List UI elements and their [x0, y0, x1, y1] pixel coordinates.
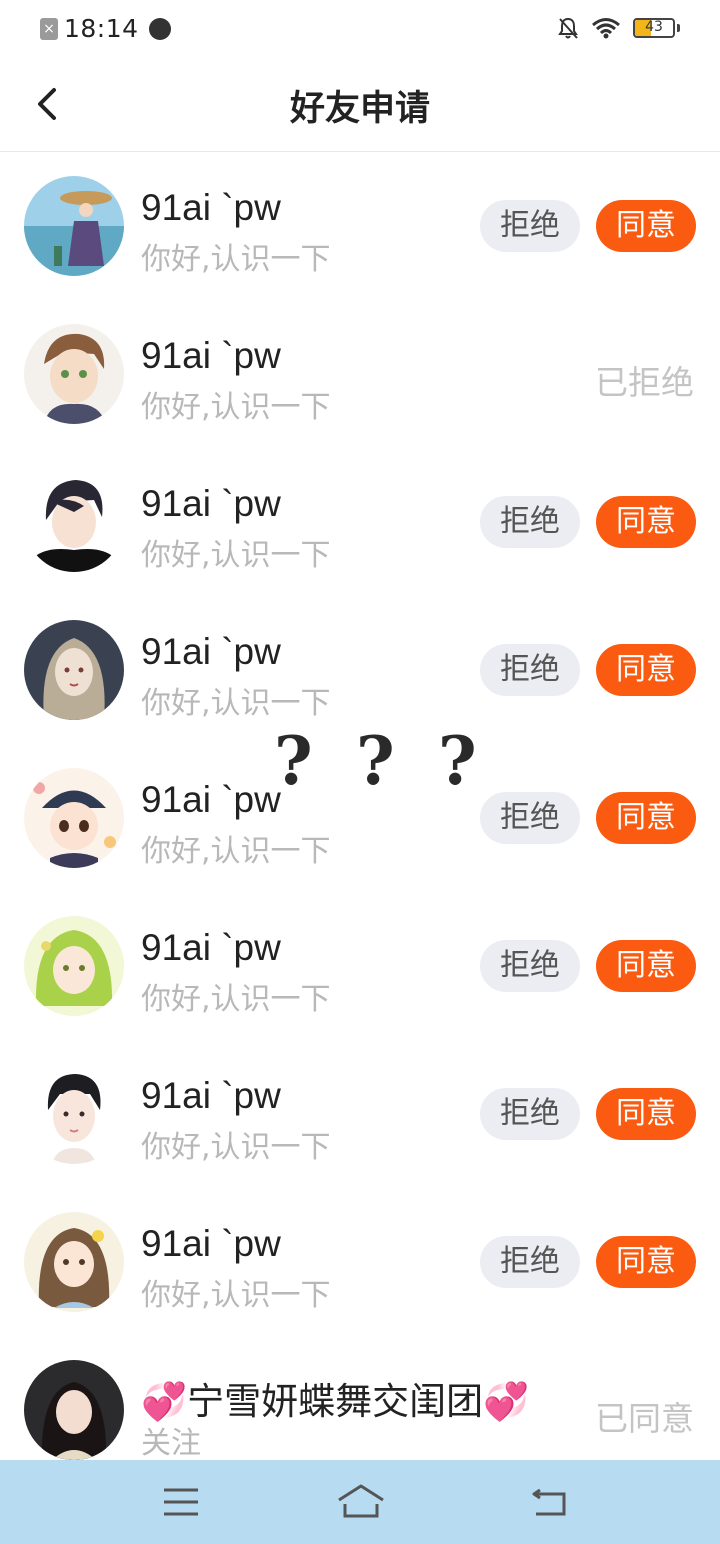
request-name: 💞宁雪妍蝶舞交闺团💞 — [141, 1371, 529, 1425]
request-message: 你好,认识一下 — [141, 242, 331, 277]
return-icon — [532, 1488, 566, 1516]
battery-level: 43 — [645, 19, 663, 35]
request-name: 91ai `pw — [141, 631, 281, 672]
request-name: 91ai `pw — [141, 927, 281, 968]
reject-button[interactable]: 拒绝 — [480, 940, 580, 992]
status-bar: × 18:14 43 — [0, 0, 720, 58]
request-message: 你好,认识一下 — [141, 538, 331, 573]
friend-request-list: 91ai `pw 你好,认识一下 拒绝 同意 91ai `pw 你好,认识一下 … — [0, 152, 720, 1484]
status-right: 43 — [557, 16, 680, 40]
accept-button[interactable]: 同意 — [596, 1236, 696, 1288]
battery-tip — [677, 24, 680, 32]
friend-request-row: 91ai `pw 你好,认识一下 拒绝 同意 — [0, 152, 720, 300]
friend-request-row: 91ai `pw 你好,认识一下 拒绝 同意 — [0, 892, 720, 1040]
heart-emoji: 💞 — [141, 1381, 188, 1422]
navigation-bar — [0, 1460, 720, 1544]
request-name: 91ai `pw — [141, 187, 281, 228]
friend-request-row: 91ai `pw 你好,认识一下 拒绝 同意 — [0, 1040, 720, 1188]
friend-request-row: 91ai `pw 你好,认识一下 拒绝 同意 — [0, 1188, 720, 1336]
green-hair-girl-avatar[interactable] — [24, 916, 124, 1016]
anime-woman-avatar[interactable] — [24, 620, 124, 720]
request-name: 91ai `pw — [141, 1075, 281, 1116]
speed-meter-icon — [148, 17, 171, 40]
chibi-girl-cap-avatar[interactable] — [24, 768, 124, 868]
reject-button[interactable]: 拒绝 — [480, 644, 580, 696]
request-message: 你好,认识一下 — [141, 834, 331, 869]
status-time: 18:14 — [64, 14, 139, 43]
home-icon — [338, 1484, 384, 1518]
home-button[interactable] — [336, 1482, 386, 1522]
heart-emoji: 💞 — [483, 1381, 530, 1422]
request-name: 91ai `pw — [141, 335, 281, 376]
menu-button[interactable] — [160, 1482, 204, 1522]
request-name: 91ai `pw — [141, 1223, 281, 1264]
accept-button[interactable]: 同意 — [596, 644, 696, 696]
request-message: 你好,认识一下 — [141, 1278, 331, 1313]
question-mark: ? — [274, 722, 313, 800]
question-mark: ? — [356, 722, 395, 800]
request-status: 已拒绝 — [595, 363, 694, 402]
accept-button[interactable]: 同意 — [596, 792, 696, 844]
request-message: 你好,认识一下 — [141, 1130, 331, 1165]
accept-button[interactable]: 同意 — [596, 940, 696, 992]
accept-button[interactable]: 同意 — [596, 200, 696, 252]
menu-icon — [164, 1488, 198, 1516]
reject-button[interactable]: 拒绝 — [480, 792, 580, 844]
reject-button[interactable]: 拒绝 — [480, 496, 580, 548]
title-bar: 好友申请 — [0, 58, 720, 152]
girl-with-flower-avatar[interactable] — [24, 1212, 124, 1312]
return-button[interactable] — [528, 1482, 572, 1522]
request-message: 你好,认识一下 — [141, 982, 331, 1017]
request-name: 91ai `pw — [141, 779, 281, 820]
bell-off-icon — [558, 17, 578, 39]
wifi-icon — [592, 18, 620, 39]
accept-button[interactable]: 同意 — [596, 1088, 696, 1140]
friend-request-row: 91ai `pw 你好,认识一下 已拒绝 — [0, 300, 720, 448]
battery-indicator: 43 — [633, 18, 675, 38]
reject-button[interactable]: 拒绝 — [480, 200, 580, 252]
request-message: 你好,认识一下 — [141, 686, 331, 721]
request-message: 关注 — [141, 1426, 201, 1461]
request-name-text: 宁雪妍蝶舞交闺团 — [187, 1381, 484, 1422]
reject-button[interactable]: 拒绝 — [480, 1088, 580, 1140]
request-status: 已同意 — [595, 1399, 694, 1438]
page-title: 好友申请 — [289, 89, 430, 129]
request-message: 你好,认识一下 — [141, 390, 331, 425]
anime-boy-black-hair-avatar[interactable] — [24, 1064, 124, 1164]
question-mark: ? — [438, 722, 477, 800]
close-box-icon: × — [40, 17, 58, 40]
status-left: × 18:14 — [40, 14, 171, 43]
anime-boy-avatar[interactable] — [24, 324, 124, 424]
request-name: 91ai `pw — [141, 483, 281, 524]
accept-button[interactable]: 同意 — [596, 496, 696, 548]
girl-with-umbrella-avatar[interactable] — [24, 176, 124, 276]
woman-photo-avatar[interactable] — [24, 1360, 124, 1460]
reject-button[interactable]: 拒绝 — [480, 1236, 580, 1288]
friend-request-row: 91ai `pw 你好,认识一下 拒绝 同意 — [0, 448, 720, 596]
dark-hair-man-avatar[interactable] — [24, 472, 124, 572]
